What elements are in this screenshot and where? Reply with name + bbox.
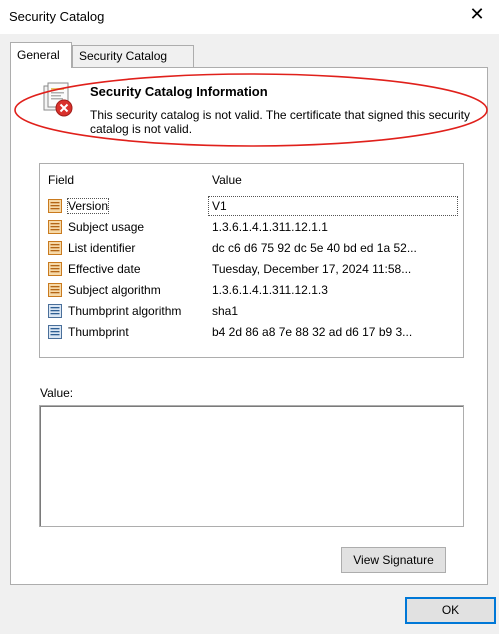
view-signature-button[interactable]: View Signature: [341, 547, 446, 573]
list-item[interactable]: List identifier dc c6 d6 75 92 dc 5e 40 …: [40, 238, 463, 258]
list-item[interactable]: Version V1: [40, 196, 463, 216]
list-item[interactable]: Effective date Tuesday, December 17, 202…: [40, 259, 463, 279]
field-value: sha1: [212, 304, 239, 318]
field-icon: [47, 219, 63, 235]
field-value: dc c6 d6 75 92 dc 5e 40 bd ed 1a 52...: [212, 241, 417, 255]
list-item[interactable]: Subject algorithm 1.3.6.1.4.1.311.12.1.3: [40, 280, 463, 300]
list-header: Field Value: [40, 164, 463, 192]
field-icon: [47, 261, 63, 277]
close-icon[interactable]: ✕: [465, 4, 489, 25]
field-icon: [47, 282, 63, 298]
column-header-value[interactable]: Value: [212, 173, 242, 187]
field-name: Version: [66, 198, 110, 214]
title-bar: Security Catalog ✕: [0, 0, 499, 34]
column-header-field[interactable]: Field: [48, 173, 74, 187]
ok-button[interactable]: OK: [405, 597, 496, 624]
field-value: Tuesday, December 17, 2024 11:58...: [212, 262, 412, 276]
field-name: List identifier: [68, 241, 136, 255]
field-icon: [47, 198, 63, 214]
field-name: Effective date: [68, 262, 141, 276]
field-value: 1.3.6.1.4.1.311.12.1.1: [212, 220, 328, 234]
list-item[interactable]: Thumbprint algorithm sha1: [40, 301, 463, 321]
list-item[interactable]: Subject usage 1.3.6.1.4.1.311.12.1.1: [40, 217, 463, 237]
field-value: V1: [212, 199, 227, 213]
tab-general[interactable]: General: [10, 42, 72, 68]
value-textbox[interactable]: [39, 405, 464, 527]
field-icon: [47, 303, 63, 319]
details-list[interactable]: Field Value Version V1 Subject usage 1.3…: [39, 163, 464, 358]
field-name: Thumbprint: [68, 325, 129, 339]
list-item[interactable]: Thumbprint b4 2d 86 a8 7e 88 32 ad d6 17…: [40, 322, 463, 342]
highlight-annotation: [14, 73, 488, 147]
window-title: Security Catalog: [9, 9, 105, 24]
value-label: Value:: [40, 386, 74, 400]
field-icon: [47, 324, 63, 340]
field-value: 1.3.6.1.4.1.311.12.1.3: [212, 283, 328, 297]
field-name: Thumbprint algorithm: [68, 304, 182, 318]
field-name: Subject algorithm: [68, 283, 161, 297]
field-icon: [47, 240, 63, 256]
field-name: Subject usage: [68, 220, 145, 234]
tab-security-catalog[interactable]: Security Catalog: [72, 45, 194, 67]
field-value: b4 2d 86 a8 7e 88 32 ad d6 17 b9 3...: [212, 325, 413, 339]
